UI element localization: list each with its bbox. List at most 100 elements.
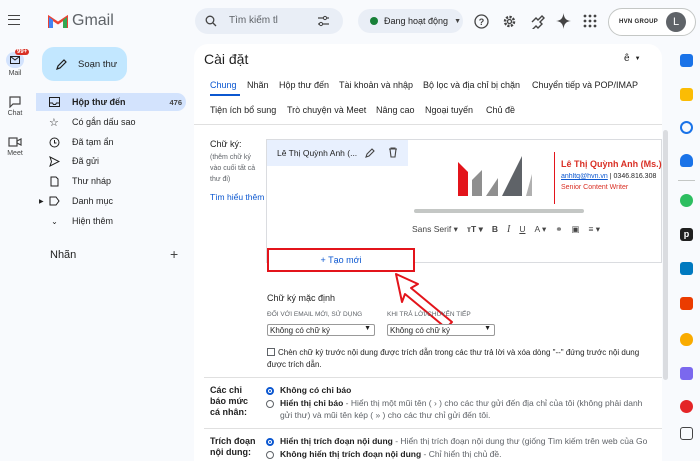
add-label-icon[interactable]: +	[170, 246, 178, 262]
filter-icon[interactable]	[317, 15, 330, 27]
nav-sent[interactable]: Đã gửi	[36, 152, 186, 170]
calendar-icon[interactable]	[680, 54, 693, 67]
hide-snippets-text: Không hiển thị trích đoạn nội dung - Chỉ…	[280, 449, 502, 460]
mail-badge: 99+	[15, 49, 30, 55]
pipedrive-icon[interactable]: p	[680, 228, 693, 241]
evernote-icon[interactable]	[680, 194, 693, 207]
chevron-down-icon: ▼	[484, 325, 491, 332]
account-switcher[interactable]: HVN GROUP L	[608, 8, 696, 36]
italic-icon[interactable]: I	[507, 224, 510, 235]
font-select[interactable]: Sans Serif ▾	[412, 224, 458, 235]
show-indicators-desc: - Hiển thị một mũi tên ( › ) cho các thư…	[343, 398, 643, 408]
help-icon[interactable]: ?	[474, 14, 489, 29]
tab-themes[interactable]: Chủ đề	[486, 105, 515, 115]
compose-button[interactable]: Soạn thư	[42, 47, 127, 81]
tab-forwarding[interactable]: Chuyển tiếp và POP/IMAP	[532, 80, 638, 90]
signature-email[interactable]: anhltq@hvn.vn	[561, 173, 608, 180]
office-icon[interactable]	[680, 297, 693, 310]
rail-mail[interactable]: 99+ Mail	[0, 49, 30, 77]
mail-icon	[10, 56, 20, 64]
tab-addons[interactable]: Tiện ích bổ sung	[210, 105, 276, 115]
nav-more[interactable]: ⌄ Hiện thêm	[36, 212, 186, 230]
show-snippets-label: Hiển thị trích đoạn nội dung	[280, 436, 393, 446]
tab-offline[interactable]: Ngoại tuyến	[425, 105, 473, 115]
rail-chat[interactable]: Chat	[0, 96, 30, 117]
nav-inbox[interactable]: Hộp thư đến 476	[36, 93, 186, 111]
contacts-icon[interactable]	[680, 154, 693, 167]
text-size-icon[interactable]: тT ▾	[467, 224, 483, 235]
divider	[678, 180, 695, 181]
show-indicators-text: Hiển thị chỉ báo - Hiển thị một mũi tên …	[280, 398, 662, 409]
status-chip[interactable]: Đang hoạt động ▼	[358, 9, 463, 33]
apps-puzzle-icon[interactable]	[530, 14, 545, 29]
clickup-icon[interactable]	[680, 367, 693, 380]
nav-label: Đã tạm ẩn	[72, 137, 114, 147]
hide-snippets-desc: - Chỉ hiển thị chủ đề.	[421, 449, 502, 459]
create-new-label: + Tạo mới	[320, 255, 362, 265]
nav-categories[interactable]: ▶ Danh mục	[36, 192, 186, 210]
image-icon[interactable]: ▣	[571, 224, 579, 235]
text-color-icon[interactable]: A ▾	[534, 224, 546, 235]
new-email-label: ĐỐI VỚI EMAIL MỚI, SỬ DỤNG	[267, 311, 363, 318]
main-menu-icon[interactable]	[8, 15, 20, 25]
tab-chat-meet[interactable]: Trò chuyện và Meet	[287, 105, 366, 115]
link-icon[interactable]: ⚭	[555, 224, 562, 235]
divider	[204, 377, 662, 378]
left-rail: 99+ Mail Chat Meet	[0, 0, 30, 461]
create-new-signature-button[interactable]: + Tạo mới	[267, 248, 415, 272]
google-apps-icon[interactable]	[583, 14, 597, 28]
default-signature-title: Chữ ký mặc định	[267, 293, 336, 303]
nav-snoozed[interactable]: Đã tạm ẩn	[36, 133, 186, 151]
gear-icon[interactable]	[502, 14, 517, 29]
tasks-icon[interactable]	[680, 121, 693, 134]
bold-icon[interactable]: B	[492, 224, 498, 234]
settings-scrollbar[interactable]	[663, 130, 668, 380]
tab-general[interactable]: Chung	[210, 80, 237, 90]
formatting-toolbar: Sans Serif ▾ тT ▾ B I U A ▾ ⚭ ▣ ≡ ▾	[412, 220, 662, 238]
rail-chat-label: Chat	[7, 110, 23, 117]
keyboard-icon[interactable]	[680, 427, 693, 440]
insert-before-text: Chèn chữ ký trước nội dung được trích dẫ…	[278, 348, 640, 357]
gmail-logo[interactable]: Gmail	[48, 12, 114, 30]
signature-entry[interactable]: Lê Thị Quỳnh Anh (...	[267, 140, 408, 166]
show-indicators-label: Hiển thị chỉ báo	[280, 398, 344, 408]
reply-signature-select[interactable]: Không có chữ ký ▼	[387, 324, 495, 336]
zoho-icon[interactable]	[680, 400, 693, 413]
show-snippets-radio[interactable]	[266, 438, 274, 446]
pencil-icon	[56, 58, 67, 70]
reply-label: KHI TRẢ LỜI/CHUYỂN TIẾP	[387, 311, 471, 318]
avatar[interactable]: L	[666, 12, 687, 32]
trash-icon[interactable]	[388, 147, 398, 158]
shield-icon[interactable]	[680, 333, 693, 346]
edit-pencil-icon[interactable]	[365, 148, 375, 158]
tab-advanced[interactable]: Nâng cao	[376, 105, 415, 115]
search-input[interactable]: Tìm kiếm tl	[229, 15, 278, 26]
show-indicators-radio[interactable]	[266, 400, 274, 408]
editor-scrollbar-h[interactable]	[414, 209, 584, 213]
chevron-down-icon: ▼	[634, 55, 641, 62]
no-indicators-radio[interactable]	[266, 387, 274, 395]
tab-inbox[interactable]: Hộp thư đến	[279, 80, 329, 90]
hide-snippets-radio[interactable]	[266, 451, 274, 459]
insert-before-checkbox[interactable]	[267, 348, 275, 356]
nav-label: Danh mục	[72, 196, 114, 206]
annotation-arrow-icon	[395, 273, 453, 329]
underline-icon[interactable]: U	[519, 224, 525, 234]
search-bar[interactable]: Tìm kiếm tl	[195, 8, 343, 34]
nav-starred[interactable]: ☆ Có gắn dấu sao	[36, 113, 186, 131]
language-menu[interactable]: ê ▼	[624, 53, 641, 64]
signature-entry-name: Lê Thị Quỳnh Anh (...	[277, 148, 358, 158]
new-email-signature-select[interactable]: Không có chữ ký ▼	[267, 324, 375, 336]
align-icon[interactable]: ≡ ▾	[588, 224, 600, 235]
gemini-sparkle-icon[interactable]	[556, 13, 571, 29]
nav-drafts[interactable]: Thư nháp	[36, 172, 186, 190]
tab-accounts[interactable]: Tài khoản và nhập	[339, 80, 413, 90]
trello-icon[interactable]	[680, 262, 693, 275]
label-icon	[49, 196, 60, 206]
unread-count: 476	[169, 97, 182, 107]
rail-meet[interactable]: Meet	[0, 136, 30, 157]
learn-more-link[interactable]: Tìm hiểu thêm	[210, 192, 264, 202]
tab-filters[interactable]: Bộ lọc và địa chỉ bị chặn	[423, 80, 520, 90]
tab-labels[interactable]: Nhãn	[247, 80, 269, 90]
keep-icon[interactable]	[680, 88, 693, 101]
